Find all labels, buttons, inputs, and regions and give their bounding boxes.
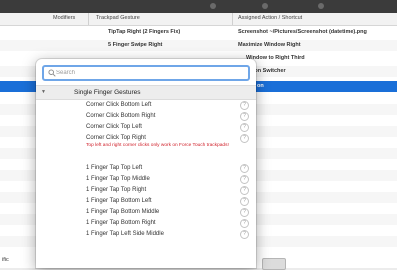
item-label: Corner Click Top Left xyxy=(86,124,142,130)
force-touch-note: Top left and right corner clicks only wo… xyxy=(86,143,229,148)
list-item[interactable]: 1 Finger Tap Bottom Middle ? xyxy=(36,207,256,218)
search-icon xyxy=(48,69,56,77)
item-label: Corner Click Bottom Left xyxy=(86,102,152,108)
help-icon[interactable]: ? xyxy=(240,186,249,195)
item-label: 1 Finger Tap Bottom Left xyxy=(86,198,152,204)
gesture-cell: TipTap Right (2 Fingers Fix) xyxy=(108,29,181,35)
item-label: Corner Click Bottom Right xyxy=(86,113,156,119)
column-header-gesture[interactable]: Trackpad Gesture xyxy=(96,15,140,21)
table-row[interactable]: 5 Finger Swipe Right Maximize Window Rig… xyxy=(0,40,397,51)
bottom-left-label: ific xyxy=(2,257,9,263)
help-icon[interactable]: ? xyxy=(240,208,249,217)
item-label: 1 Finger Tap Bottom Right xyxy=(86,220,156,226)
column-header-action[interactable]: Assigned Action / Shortcut xyxy=(238,15,302,21)
disclosure-triangle-icon[interactable]: ▼ xyxy=(41,89,46,95)
window-titlebar xyxy=(0,0,397,13)
help-icon[interactable]: ? xyxy=(240,101,249,110)
item-label: Corner Click Top Right xyxy=(86,135,146,141)
table-header: Modifiers Trackpad Gesture Assigned Acti… xyxy=(0,13,397,26)
list-item[interactable]: 1 Finger Tap Bottom Left ? xyxy=(36,196,256,207)
search-field[interactable] xyxy=(42,65,250,81)
gesture-cell: 5 Finger Swipe Right xyxy=(108,42,163,48)
column-divider xyxy=(232,13,233,25)
list-item[interactable]: 1 Finger Tap Top Middle ? xyxy=(36,174,256,185)
action-cell: Maximize Window Right xyxy=(238,42,301,48)
item-label: 1 Finger Tap Top Right xyxy=(86,187,147,193)
list-item[interactable]: 1 Finger Tap Top Right ? xyxy=(36,185,256,196)
help-icon[interactable]: ? xyxy=(240,123,249,132)
search-input[interactable] xyxy=(56,67,242,79)
help-icon[interactable]: ? xyxy=(240,219,249,228)
list-item[interactable]: Corner Click Bottom Right ? xyxy=(36,111,256,122)
item-label: 1 Finger Tap Top Left xyxy=(86,165,143,171)
section-header[interactable]: ▼ Single Finger Gestures xyxy=(36,85,256,100)
item-label: 1 Finger Tap Top Middle xyxy=(86,176,150,182)
column-divider xyxy=(88,13,89,25)
item-label: 1 Finger Tap Bottom Middle xyxy=(86,209,160,215)
table-row[interactable]: TipTap Right (2 Fingers Fix) Screenshot … xyxy=(0,27,397,38)
gesture-picker-popover: ▼ Single Finger Gestures Corner Click Bo… xyxy=(36,59,256,268)
list-item[interactable]: 1 Finger Tap Top Left ? xyxy=(36,163,256,174)
help-icon[interactable]: ? xyxy=(240,164,249,173)
item-label: 1 Finger Tap Left Side Middle xyxy=(86,231,164,237)
action-cell: on xyxy=(257,83,264,89)
help-icon[interactable]: ? xyxy=(240,112,249,121)
titlebar-control-icon[interactable] xyxy=(318,3,324,9)
list-item[interactable]: 1 Finger Tap Left Side Middle ? xyxy=(36,229,256,240)
titlebar-control-icon[interactable] xyxy=(262,3,268,9)
action-cell: Screenshot ~/Pictures/Screenshot (dateti… xyxy=(238,29,367,35)
help-icon[interactable]: ? xyxy=(240,230,249,239)
titlebar-control-icon[interactable] xyxy=(210,3,216,9)
bottom-button[interactable] xyxy=(262,258,286,270)
action-cell: Window to Right Third xyxy=(246,55,305,61)
help-icon[interactable]: ? xyxy=(240,175,249,184)
list-item[interactable]: Corner Click Bottom Left ? xyxy=(36,100,256,111)
list-item[interactable]: Corner Click Top Left ? xyxy=(36,122,256,133)
column-header-modifiers[interactable]: Modifiers xyxy=(53,15,75,21)
list-item[interactable]: 1 Finger Tap Bottom Right ? xyxy=(36,218,256,229)
help-icon[interactable]: ? xyxy=(240,134,249,143)
section-title: Single Finger Gestures xyxy=(74,89,141,96)
help-icon[interactable]: ? xyxy=(240,197,249,206)
